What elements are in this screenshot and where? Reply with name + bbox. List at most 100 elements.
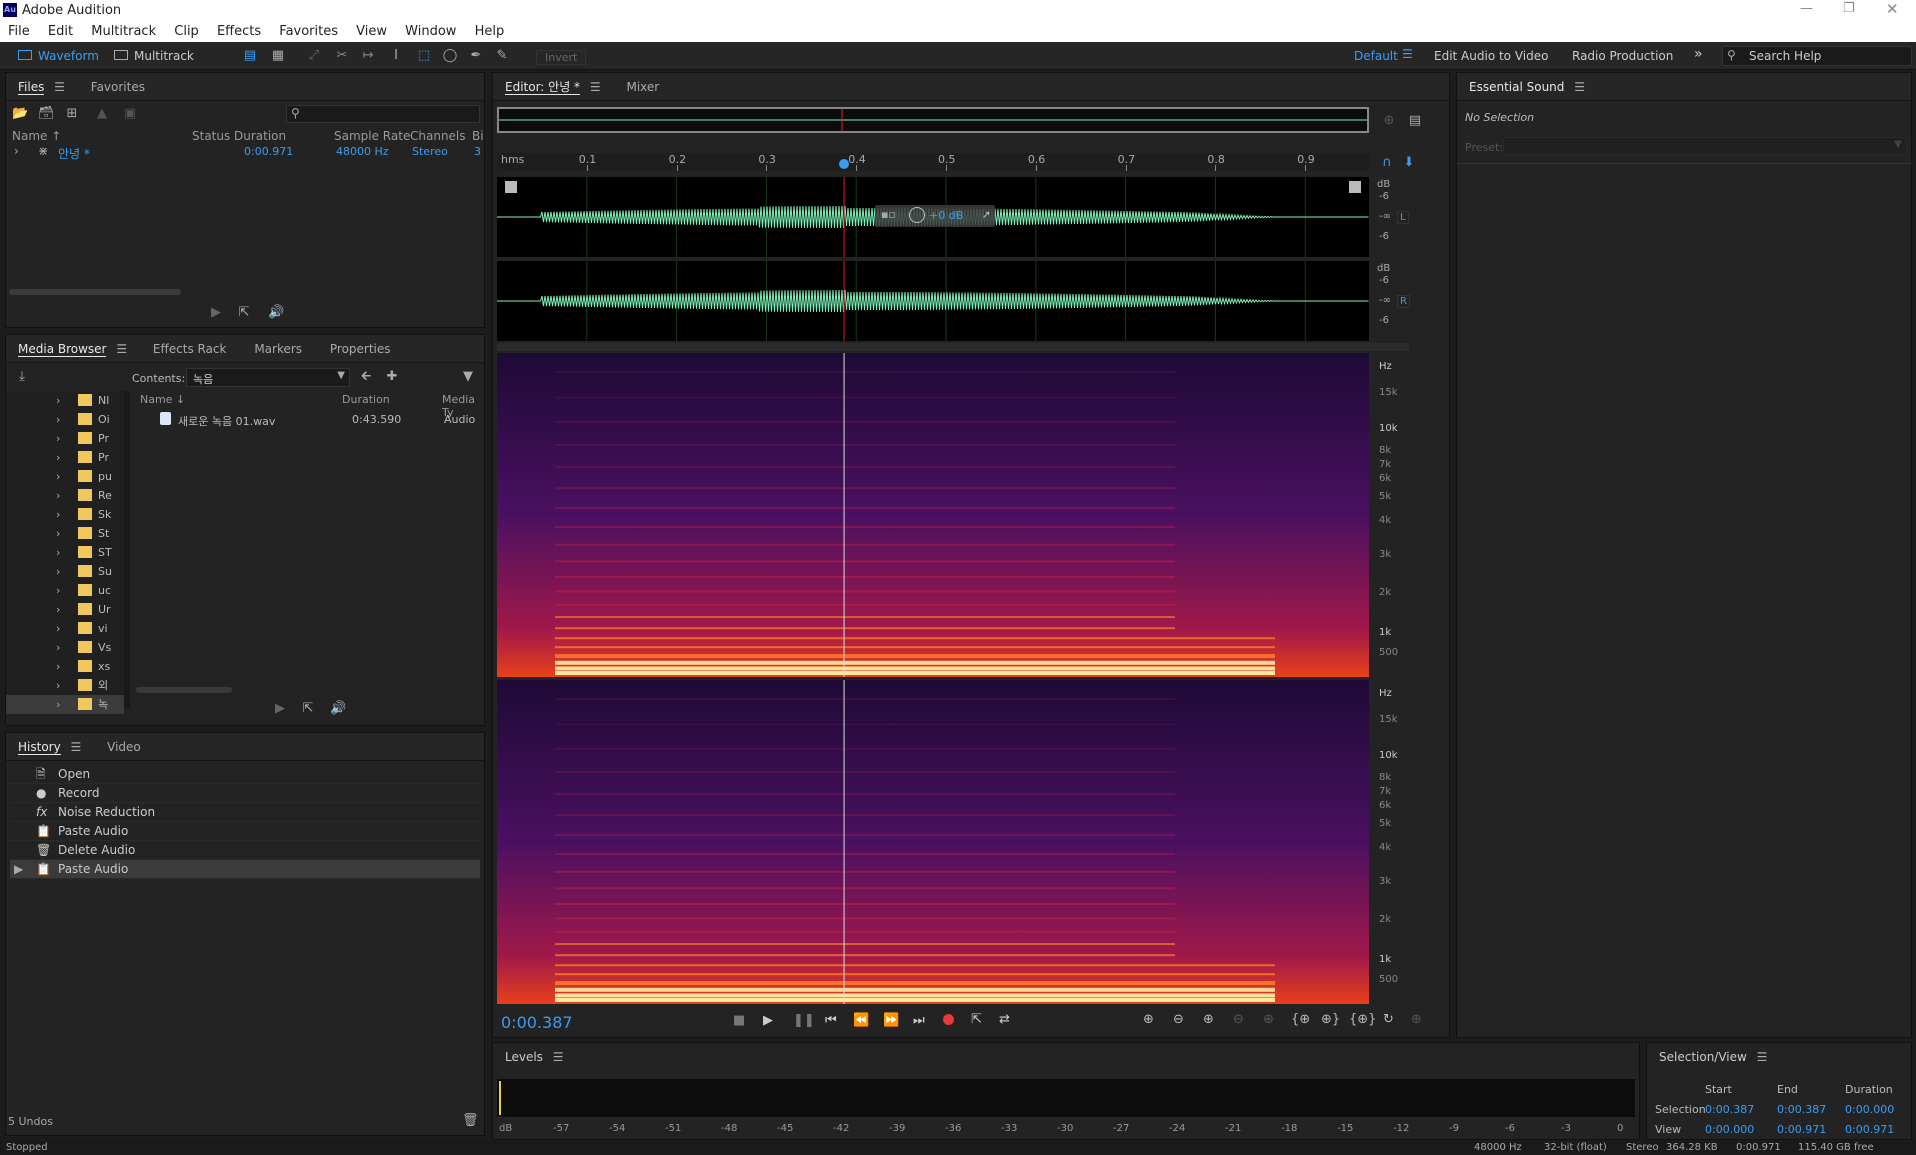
workspace-menu-icon[interactable]: ☰ [1402, 47, 1413, 61]
menu-window[interactable]: Window [405, 22, 456, 39]
back-arrow-icon[interactable]: 🡰 [358, 369, 374, 385]
folder-item[interactable]: › 녹 [6, 695, 124, 714]
new-file-icon[interactable]: ⊞ [64, 106, 80, 122]
waveform-button[interactable]: Waveform [10, 46, 107, 66]
menu-help[interactable]: Help [475, 22, 505, 39]
spectrogram-left[interactable] [497, 353, 1369, 677]
expand-chevron-icon[interactable]: › [56, 619, 60, 638]
folder-item[interactable]: › Sk [6, 505, 124, 524]
healing-tool-icon[interactable]: ✎ [494, 48, 510, 64]
zoom-selection-icon[interactable]: ⊕ [1263, 1012, 1274, 1027]
track-layout-icon[interactable]: ▤ [1407, 113, 1423, 129]
file-row[interactable]: › ⋇ 안녕 * 0:00.971 48000 Hz Stereo 3 [6, 143, 484, 161]
expand-chevron-icon[interactable]: › [56, 429, 60, 448]
restore-icon[interactable]: ❐ [1843, 1, 1855, 16]
history-item[interactable]: 🗑 Delete Audio [10, 841, 480, 860]
spectral-splitter[interactable] [497, 343, 1409, 351]
folder-item[interactable]: › Pr [6, 448, 124, 467]
files-export-icon[interactable]: ⇱ [236, 305, 252, 321]
workspace-default[interactable]: Default [1354, 49, 1398, 63]
expand-chevron-icon[interactable]: › [56, 657, 60, 676]
zoom-out-point-icon[interactable]: ⊕} [1321, 1012, 1340, 1027]
expand-chevron-icon[interactable]: › [56, 695, 60, 714]
expand-chevron-icon[interactable]: › [56, 581, 60, 600]
files-hscrollbar[interactable] [9, 289, 181, 295]
minimize-icon[interactable]: — [1800, 1, 1813, 16]
expand-chevron-icon[interactable]: › [56, 562, 60, 581]
folder-item[interactable]: › 외 [6, 676, 124, 695]
play-icon[interactable]: ▶ [763, 1013, 773, 1028]
preset-dropdown[interactable]: ▼ [1503, 137, 1907, 155]
history-item[interactable]: fx Noise Reduction [10, 803, 480, 822]
tab-media-browser[interactable]: Media Browser [18, 342, 107, 357]
history-item[interactable]: 🗎 Open [10, 765, 480, 784]
folder-item[interactable]: › Re [6, 486, 124, 505]
close-file-icon[interactable]: ▣ [122, 106, 138, 122]
col-bits[interactable]: Bi [472, 129, 484, 143]
selection-start[interactable]: 0:00.387 [1705, 1103, 1754, 1116]
files-menu-icon[interactable]: ☰ [54, 80, 65, 94]
zoom-fit-icon[interactable]: ⊕ [1381, 113, 1397, 129]
zoom-out-time-icon[interactable]: ⊖ [1233, 1012, 1244, 1027]
media-file-row[interactable]: 새로운 녹음 01.wav 0:43.590 Audio [134, 411, 484, 429]
spectrogram-right[interactable] [497, 680, 1369, 1004]
time-ruler[interactable]: hms 0.1 0.2 0.3 0.4 0.5 0.6 0.7 0.8 0.9 [497, 153, 1369, 171]
folder-item[interactable]: › Oi [6, 410, 124, 429]
slip-tool-icon[interactable]: ↦ [360, 48, 376, 64]
essential-sound-title[interactable]: Essential Sound [1469, 80, 1564, 94]
history-item[interactable]: 📋 Paste Audio [10, 822, 480, 841]
media-autoplay-icon[interactable]: 🔊 [330, 701, 346, 717]
expand-chevron-icon[interactable]: › [14, 144, 19, 158]
tab-video[interactable]: Video [107, 740, 141, 754]
zoom-in-time-icon[interactable]: ⊕ [1203, 1012, 1214, 1027]
col-duration[interactable]: Duration [234, 129, 286, 143]
selection-view-title[interactable]: Selection/View [1659, 1050, 1747, 1064]
files-play-icon[interactable]: ▶ [208, 305, 224, 321]
pin-icon[interactable]: ➚ [982, 208, 991, 221]
workspace-edit-audio-video[interactable]: Edit Audio to Video [1434, 49, 1548, 63]
expand-chevron-icon[interactable]: › [56, 410, 60, 429]
loop-icon[interactable]: ⇱ [971, 1012, 982, 1027]
skip-start-icon[interactable]: ⏮ [825, 1013, 837, 1028]
tab-mixer[interactable]: Mixer [626, 80, 659, 94]
more-workspaces-icon[interactable]: » [1694, 46, 1703, 62]
close-icon[interactable]: ✕ [1886, 0, 1899, 18]
expand-chevron-icon[interactable]: › [56, 486, 60, 505]
menu-view[interactable]: View [356, 22, 387, 39]
media-play-icon[interactable]: ▶ [272, 701, 288, 717]
rewind-icon[interactable]: ⏪ [853, 1013, 869, 1028]
folder-item[interactable]: › Pr [6, 429, 124, 448]
playhead-marker-icon[interactable] [839, 159, 850, 169]
channel-left-badge[interactable]: L [1397, 211, 1409, 224]
history-item-current[interactable]: ▶ 📋 Paste Audio [10, 860, 480, 879]
expand-chevron-icon[interactable]: › [56, 638, 60, 657]
fade-in-handle-icon[interactable] [505, 181, 517, 193]
selection-view-menu-icon[interactable]: ☰ [1757, 1050, 1768, 1064]
media-col-name[interactable]: Name ↓ [140, 393, 185, 406]
fade-out-handle-icon[interactable] [1349, 181, 1361, 193]
folder-item[interactable]: › Su [6, 562, 124, 581]
expand-chevron-icon[interactable]: › [56, 448, 60, 467]
expand-chevron-icon[interactable]: › [56, 524, 60, 543]
stop-icon[interactable]: ■ [733, 1013, 745, 1028]
folder-item[interactable]: › ST [6, 543, 124, 562]
media-export-icon[interactable]: ⇱ [300, 701, 316, 717]
zoom-out-amplitude-icon[interactable]: ⊖ [1173, 1012, 1184, 1027]
view-duration[interactable]: 0:00.971 [1845, 1123, 1894, 1136]
menu-edit[interactable]: Edit [48, 22, 73, 39]
razor-tool-icon[interactable]: ✂ [334, 48, 350, 64]
pause-icon[interactable]: ❚❚ [793, 1013, 815, 1028]
tab-effects-rack[interactable]: Effects Rack [153, 342, 227, 356]
tree-splitter[interactable] [124, 391, 130, 709]
zoom-in-point-icon[interactable]: {⊕ [1291, 1012, 1310, 1027]
import-file-icon[interactable]: 🗃 [38, 106, 55, 122]
snap-magnet-icon[interactable]: ∩ [1379, 155, 1395, 171]
selection-end[interactable]: 0:00.387 [1777, 1103, 1826, 1116]
tab-markers[interactable]: Markers [254, 342, 302, 356]
col-channels[interactable]: Channels [410, 129, 466, 143]
zoom-extra-icon[interactable]: ⊕ [1411, 1012, 1422, 1027]
files-search-input[interactable]: ⚲ [286, 105, 480, 123]
expand-chevron-icon[interactable]: › [56, 391, 60, 410]
files-autoplay-icon[interactable]: 🔊 [268, 305, 284, 321]
record-button[interactable] [943, 1014, 954, 1025]
